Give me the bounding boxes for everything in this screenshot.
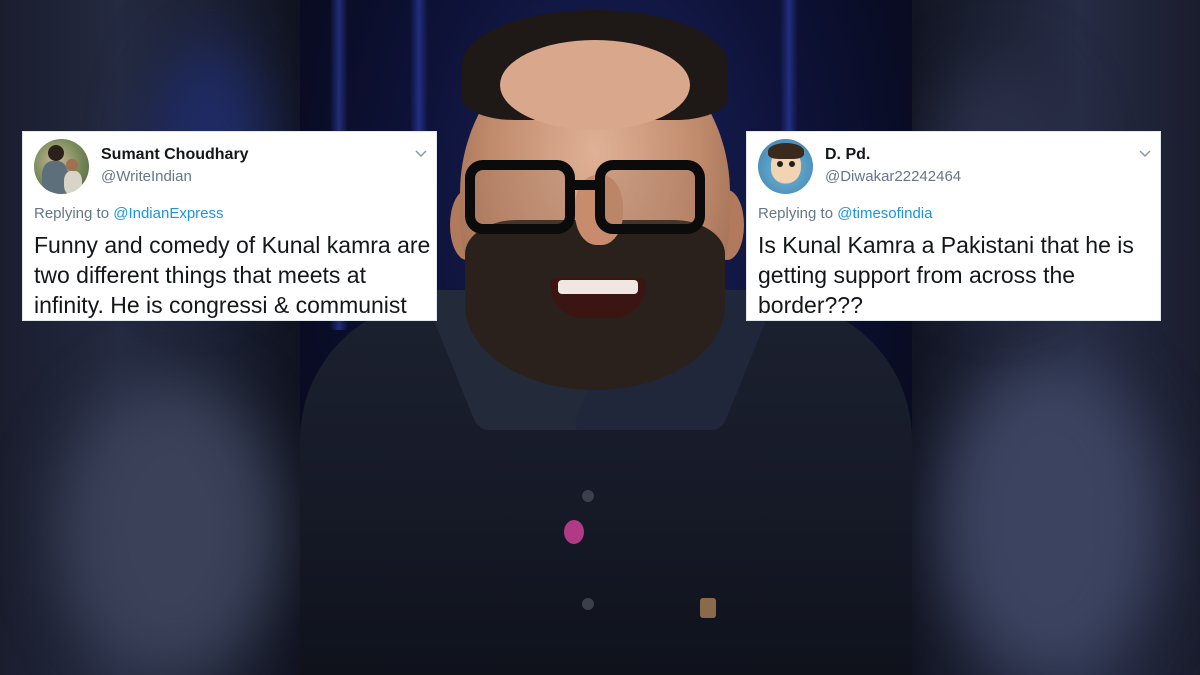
blurred-shape (60, 380, 280, 675)
avatar[interactable] (34, 139, 89, 194)
tweet-text: Funny and comedy of Kunal kamra are two … (34, 232, 431, 318)
avatar-eye (789, 161, 795, 167)
display-name[interactable]: D. Pd. (825, 146, 870, 164)
user-handle[interactable]: @Diwakar22242464 (825, 168, 961, 185)
teeth (558, 280, 638, 294)
shirt-button (582, 490, 594, 502)
reply-context: Replying to @IndianExpress (34, 205, 224, 222)
avatar-person-head (48, 145, 64, 161)
forehead (500, 40, 690, 130)
reply-mention-link[interactable]: @IndianExpress (113, 205, 223, 222)
reply-prefix: Replying to (758, 205, 834, 222)
lapel-microphone (564, 520, 584, 544)
blurred-background-left (0, 0, 300, 675)
reply-prefix: Replying to (34, 205, 110, 222)
avatar-eye (777, 161, 783, 167)
tweet-card[interactable]: D. Pd. @Diwakar22242464 Replying to @tim… (746, 131, 1161, 321)
blurred-background-right (900, 0, 1200, 675)
shirt-emblem (700, 598, 716, 618)
reply-context: Replying to @timesofindia (758, 205, 933, 222)
user-handle[interactable]: @WriteIndian (101, 168, 192, 185)
glasses-bridge (572, 180, 598, 190)
tweet-card[interactable]: Sumant Choudhary @WriteIndian Replying t… (22, 131, 437, 321)
chevron-down-icon[interactable] (414, 146, 428, 160)
tweet-text: Is Kunal Kamra a Pakistani that he is ge… (758, 232, 1134, 318)
glasses-lens (595, 160, 705, 234)
avatar-person-head (66, 159, 78, 171)
blurred-shape (940, 360, 1160, 675)
center-photo (300, 0, 912, 675)
display-name[interactable]: Sumant Choudhary (101, 146, 249, 164)
chevron-down-icon[interactable] (1138, 146, 1152, 160)
avatar[interactable] (758, 139, 813, 194)
reply-mention-link[interactable]: @timesofindia (837, 205, 932, 222)
shirt-button (582, 598, 594, 610)
avatar-person-body (64, 171, 82, 194)
avatar-hair (768, 143, 804, 159)
glasses-lens (465, 160, 575, 234)
